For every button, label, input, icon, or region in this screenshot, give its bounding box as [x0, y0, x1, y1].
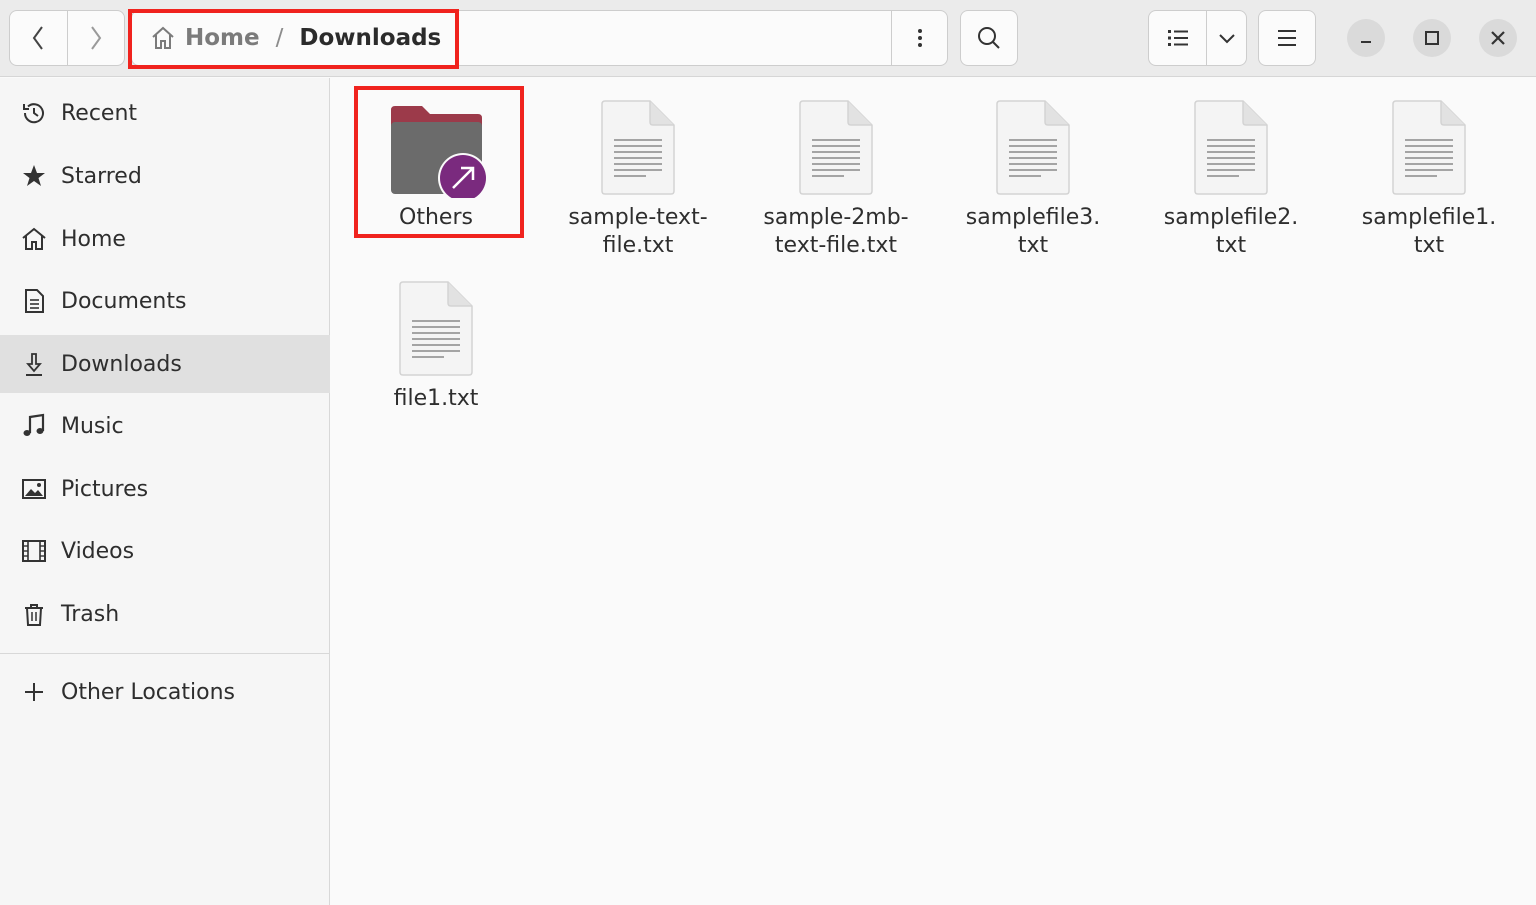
- forward-button[interactable]: [66, 11, 124, 65]
- file-name: sample-2mb- text-file.txt: [763, 205, 909, 258]
- list-view-button[interactable]: [1149, 11, 1206, 65]
- file-name: samplefile1. txt: [1361, 205, 1497, 258]
- file-item[interactable]: samplefile3. txt: [943, 90, 1123, 260]
- back-button[interactable]: [10, 11, 67, 65]
- search-icon: [978, 27, 1000, 49]
- sidebar-divider: [0, 653, 330, 654]
- file-item-others[interactable]: Others: [346, 90, 526, 232]
- chevron-left-icon: [33, 26, 44, 50]
- sidebar-item-recent[interactable]: Recent: [0, 84, 330, 142]
- home-icon: [152, 26, 174, 49]
- view-options: [1148, 10, 1247, 66]
- sidebar-item-label: Other Locations: [61, 679, 235, 705]
- file-item[interactable]: sample-2mb- text-file.txt: [746, 90, 926, 260]
- text-file-icon: [1339, 90, 1519, 198]
- breadcrumb-current[interactable]: Downloads: [299, 25, 441, 51]
- star-icon: [20, 162, 48, 190]
- close-button[interactable]: [1479, 19, 1517, 57]
- music-note-icon: [20, 412, 48, 440]
- sidebar-item-pictures[interactable]: Pictures: [0, 460, 330, 518]
- chevron-down-icon: [1218, 34, 1235, 44]
- clock-icon: [20, 99, 48, 127]
- path-bar: Home / Downloads: [131, 10, 948, 66]
- sidebar-item-label: Starred: [61, 163, 142, 189]
- main-menu-button[interactable]: [1258, 10, 1316, 66]
- file-item[interactable]: sample-text- file.txt: [548, 90, 728, 260]
- document-icon: [20, 287, 48, 315]
- sidebar-item-label: Videos: [61, 538, 135, 564]
- folder-link-icon: [346, 90, 526, 198]
- file-item[interactable]: samplefile2. txt: [1141, 90, 1321, 260]
- breadcrumb-home-label: Home: [185, 25, 260, 51]
- file-name: sample-text- file.txt: [568, 205, 708, 258]
- sidebar-item-label: Home: [61, 226, 126, 252]
- chevron-right-icon: [91, 26, 102, 50]
- sidebar-item-label: Recent: [61, 100, 138, 126]
- maximize-icon: [1425, 31, 1439, 45]
- text-file-icon: [548, 90, 728, 198]
- maximize-button[interactable]: [1413, 19, 1451, 57]
- breadcrumb-home[interactable]: Home: [150, 25, 260, 51]
- hamburger-menu-icon: [1278, 30, 1296, 46]
- sidebar-item-other-locations[interactable]: Other Locations: [0, 663, 330, 721]
- header-bar: Home / Downloads: [0, 0, 1536, 77]
- sidebar-item-home[interactable]: Home: [0, 210, 330, 268]
- file-name: file1.txt: [393, 386, 479, 411]
- sidebar: Recent Starred Home Documents Downloads …: [0, 78, 330, 905]
- sidebar-item-trash[interactable]: Trash: [0, 585, 330, 643]
- sidebar-item-label: Pictures: [61, 476, 149, 502]
- file-grid: Others sample-text- file.txt sample-2mb-…: [331, 78, 1536, 905]
- file-item[interactable]: samplefile1. txt: [1339, 90, 1519, 260]
- picture-icon: [20, 475, 48, 503]
- film-icon: [20, 537, 48, 565]
- search-button[interactable]: [960, 10, 1018, 66]
- file-name: Others: [399, 205, 473, 230]
- sidebar-item-label: Documents: [61, 288, 187, 314]
- download-icon: [20, 350, 48, 378]
- file-name: samplefile2. txt: [1163, 205, 1299, 258]
- sidebar-item-documents[interactable]: Documents: [0, 272, 330, 330]
- minimize-icon: [1361, 41, 1371, 43]
- home-icon: [20, 225, 48, 253]
- vertical-dots-icon: [917, 29, 922, 47]
- minimize-button[interactable]: [1347, 19, 1385, 57]
- close-icon: [1491, 31, 1505, 45]
- text-file-icon: [746, 90, 926, 198]
- trash-icon: [20, 600, 48, 628]
- text-file-icon: [943, 90, 1123, 198]
- text-file-icon: [346, 271, 526, 379]
- sidebar-item-downloads[interactable]: Downloads: [0, 335, 330, 393]
- list-view-icon: [1167, 30, 1188, 46]
- breadcrumb: Home / Downloads: [150, 11, 441, 65]
- text-file-icon: [1141, 90, 1321, 198]
- sidebar-item-videos[interactable]: Videos: [0, 522, 330, 580]
- view-dropdown-button[interactable]: [1206, 11, 1246, 65]
- sidebar-item-label: Music: [61, 413, 124, 439]
- file-name: samplefile3. txt: [965, 205, 1101, 258]
- sidebar-item-label: Trash: [61, 601, 120, 627]
- breadcrumb-separator: /: [275, 25, 284, 51]
- plus-icon: [20, 678, 48, 706]
- sidebar-item-label: Downloads: [61, 351, 182, 377]
- sidebar-item-starred[interactable]: Starred: [0, 147, 330, 205]
- navigation-buttons: [9, 10, 125, 66]
- file-item[interactable]: file1.txt: [346, 271, 526, 413]
- sidebar-item-music[interactable]: Music: [0, 397, 330, 455]
- path-menu-button[interactable]: [891, 11, 947, 65]
